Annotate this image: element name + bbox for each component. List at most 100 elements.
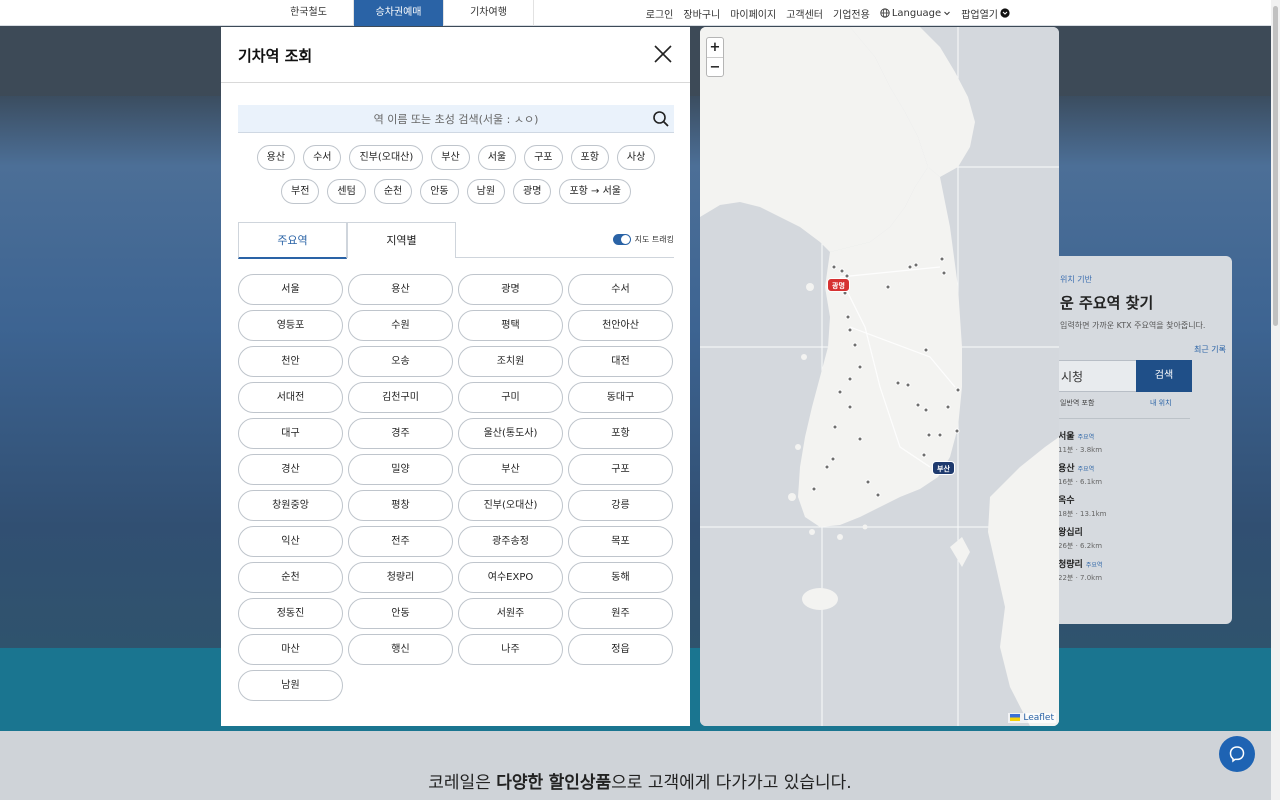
station-button[interactable]: 김천구미 (348, 382, 453, 413)
station-button[interactable]: 안동 (348, 598, 453, 629)
business-link[interactable]: 기업전용 (833, 6, 870, 21)
station-button[interactable]: 천안아산 (568, 310, 673, 341)
station-button[interactable]: 전주 (348, 526, 453, 557)
popup-open-link[interactable]: 팝업열기 (961, 6, 1010, 21)
station-button[interactable]: 광주송정 (458, 526, 563, 557)
recent-history-link[interactable]: 최근 기록 (1194, 344, 1226, 355)
station-button[interactable]: 밀양 (348, 454, 453, 485)
station-button[interactable]: 동대구 (568, 382, 673, 413)
station-button[interactable]: 광명 (458, 274, 563, 305)
quick-chip[interactable]: 남원 (466, 179, 506, 204)
quick-chip[interactable]: 구포 (524, 145, 563, 170)
location-input[interactable]: 시청 (1058, 360, 1138, 392)
station-button[interactable]: 남원 (238, 670, 343, 701)
station-button[interactable]: 오송 (348, 346, 453, 377)
station-button[interactable]: 서대전 (238, 382, 343, 413)
attribution-link[interactable]: Leaflet (1023, 713, 1054, 723)
station-button[interactable]: 영등포 (238, 310, 343, 341)
station-button[interactable]: 평택 (458, 310, 563, 341)
station-button[interactable]: 경산 (238, 454, 343, 485)
station-search-input[interactable] (238, 105, 674, 133)
station-button[interactable]: 행신 (348, 634, 453, 665)
station-button[interactable]: 창원중앙 (238, 490, 343, 521)
quick-chip[interactable]: 포항 → 서울 (559, 179, 631, 204)
station-button[interactable]: 울산(통도사) (458, 418, 563, 449)
ukraine-flag-icon (1010, 714, 1021, 721)
location-search-button[interactable]: 검색 (1136, 360, 1192, 392)
quick-chip[interactable]: 부전 (281, 179, 320, 204)
zoom-out-button[interactable]: − (707, 57, 723, 76)
quick-chip[interactable]: 진부(오대산) (349, 145, 424, 170)
station-button[interactable]: 구미 (458, 382, 563, 413)
cart-link[interactable]: 장바구니 (683, 6, 720, 21)
mypage-link[interactable]: 마이페이지 (730, 6, 776, 21)
tab-major-stations[interactable]: 주요역 (238, 222, 347, 259)
station-button[interactable]: 마산 (238, 634, 343, 665)
station-button[interactable]: 용산 (348, 274, 453, 305)
station-button[interactable]: 서울 (238, 274, 343, 305)
station-button[interactable]: 포항 (568, 418, 673, 449)
tab-by-region[interactable]: 지역별 (347, 222, 456, 258)
station-button[interactable]: 정읍 (568, 634, 673, 665)
quick-chip[interactable]: 포항 (570, 145, 609, 170)
station-button[interactable]: 수원 (348, 310, 453, 341)
quick-chip[interactable]: 서울 (477, 145, 517, 170)
globe-icon (880, 8, 890, 18)
top-tabs: 한국철도 승차권예매 기차여행 (264, 0, 534, 26)
include-general-station[interactable]: 일반역 포함 (1060, 398, 1094, 408)
station-button[interactable]: 원주 (568, 598, 673, 629)
list-item[interactable]: 청량리 주요역 22분 · 7.0km (1058, 557, 1190, 589)
station-button[interactable]: 목포 (568, 526, 673, 557)
station-button[interactable]: 나주 (458, 634, 563, 665)
station-button[interactable]: 서원주 (458, 598, 563, 629)
list-item[interactable]: 서울 주요역 11분 · 3.8km (1058, 429, 1190, 461)
station-button[interactable]: 순천 (238, 562, 343, 593)
station-button[interactable]: 대구 (238, 418, 343, 449)
map-attribution[interactable]: Leaflet (1008, 713, 1056, 723)
map-tracking-toggle[interactable] (612, 234, 631, 245)
list-item[interactable]: 용산 주요역 16분 · 6.1km (1058, 461, 1190, 493)
station-button[interactable]: 평창 (348, 490, 453, 521)
marker-gwangmyeong[interactable]: 광명 (827, 278, 850, 292)
station-button[interactable]: 부산 (458, 454, 563, 485)
station-button[interactable]: 정동진 (238, 598, 343, 629)
language-selector[interactable]: Language (880, 8, 951, 19)
station-map[interactable]: + − 광명 부산 Leaflet (700, 27, 1059, 726)
list-item[interactable]: 왕십리 26분 · 6.2km (1058, 525, 1190, 557)
chat-button[interactable] (1219, 736, 1255, 772)
quick-chip[interactable]: 부산 (431, 145, 470, 170)
promo-bold-2: 할인상품 (548, 773, 612, 793)
quick-chip[interactable]: 사상 (616, 145, 656, 170)
login-link[interactable]: 로그인 (646, 6, 674, 21)
quick-chip[interactable]: 용산 (256, 145, 296, 170)
my-location-link[interactable]: 내 위치 (1150, 398, 1172, 408)
tab-korail[interactable]: 한국철도 (264, 0, 354, 26)
station-button[interactable]: 동해 (568, 562, 673, 593)
station-button[interactable]: 구포 (568, 454, 673, 485)
quick-chip[interactable]: 순천 (373, 179, 413, 204)
station-button[interactable]: 경주 (348, 418, 453, 449)
zoom-in-button[interactable]: + (707, 38, 723, 57)
page-scrollbar[interactable] (1271, 0, 1280, 800)
quick-chip[interactable]: 광명 (513, 179, 552, 204)
tab-train-travel[interactable]: 기차여행 (444, 0, 534, 26)
scrollbar-thumb[interactable] (1273, 6, 1278, 326)
station-button[interactable]: 익산 (238, 526, 343, 557)
quick-chip[interactable]: 수서 (303, 145, 342, 170)
station-button[interactable]: 진부(오대산) (458, 490, 563, 521)
search-icon[interactable] (652, 110, 670, 128)
station-button[interactable]: 대전 (568, 346, 673, 377)
quick-chip[interactable]: 센텀 (327, 179, 366, 204)
customer-center-link[interactable]: 고객센터 (786, 6, 823, 21)
station-button[interactable]: 조치원 (458, 346, 563, 377)
station-button[interactable]: 청량리 (348, 562, 453, 593)
list-item[interactable]: 옥수 18분 · 13.1km (1058, 493, 1190, 525)
station-button[interactable]: 천안 (238, 346, 343, 377)
station-button[interactable]: 여수EXPO (458, 562, 563, 593)
quick-chip[interactable]: 안동 (420, 179, 459, 204)
station-button[interactable]: 수서 (568, 274, 673, 305)
close-icon[interactable] (652, 43, 674, 65)
station-button[interactable]: 강릉 (568, 490, 673, 521)
marker-busan[interactable]: 부산 (932, 461, 955, 475)
tab-ticket-booking[interactable]: 승차권예매 (354, 0, 444, 26)
